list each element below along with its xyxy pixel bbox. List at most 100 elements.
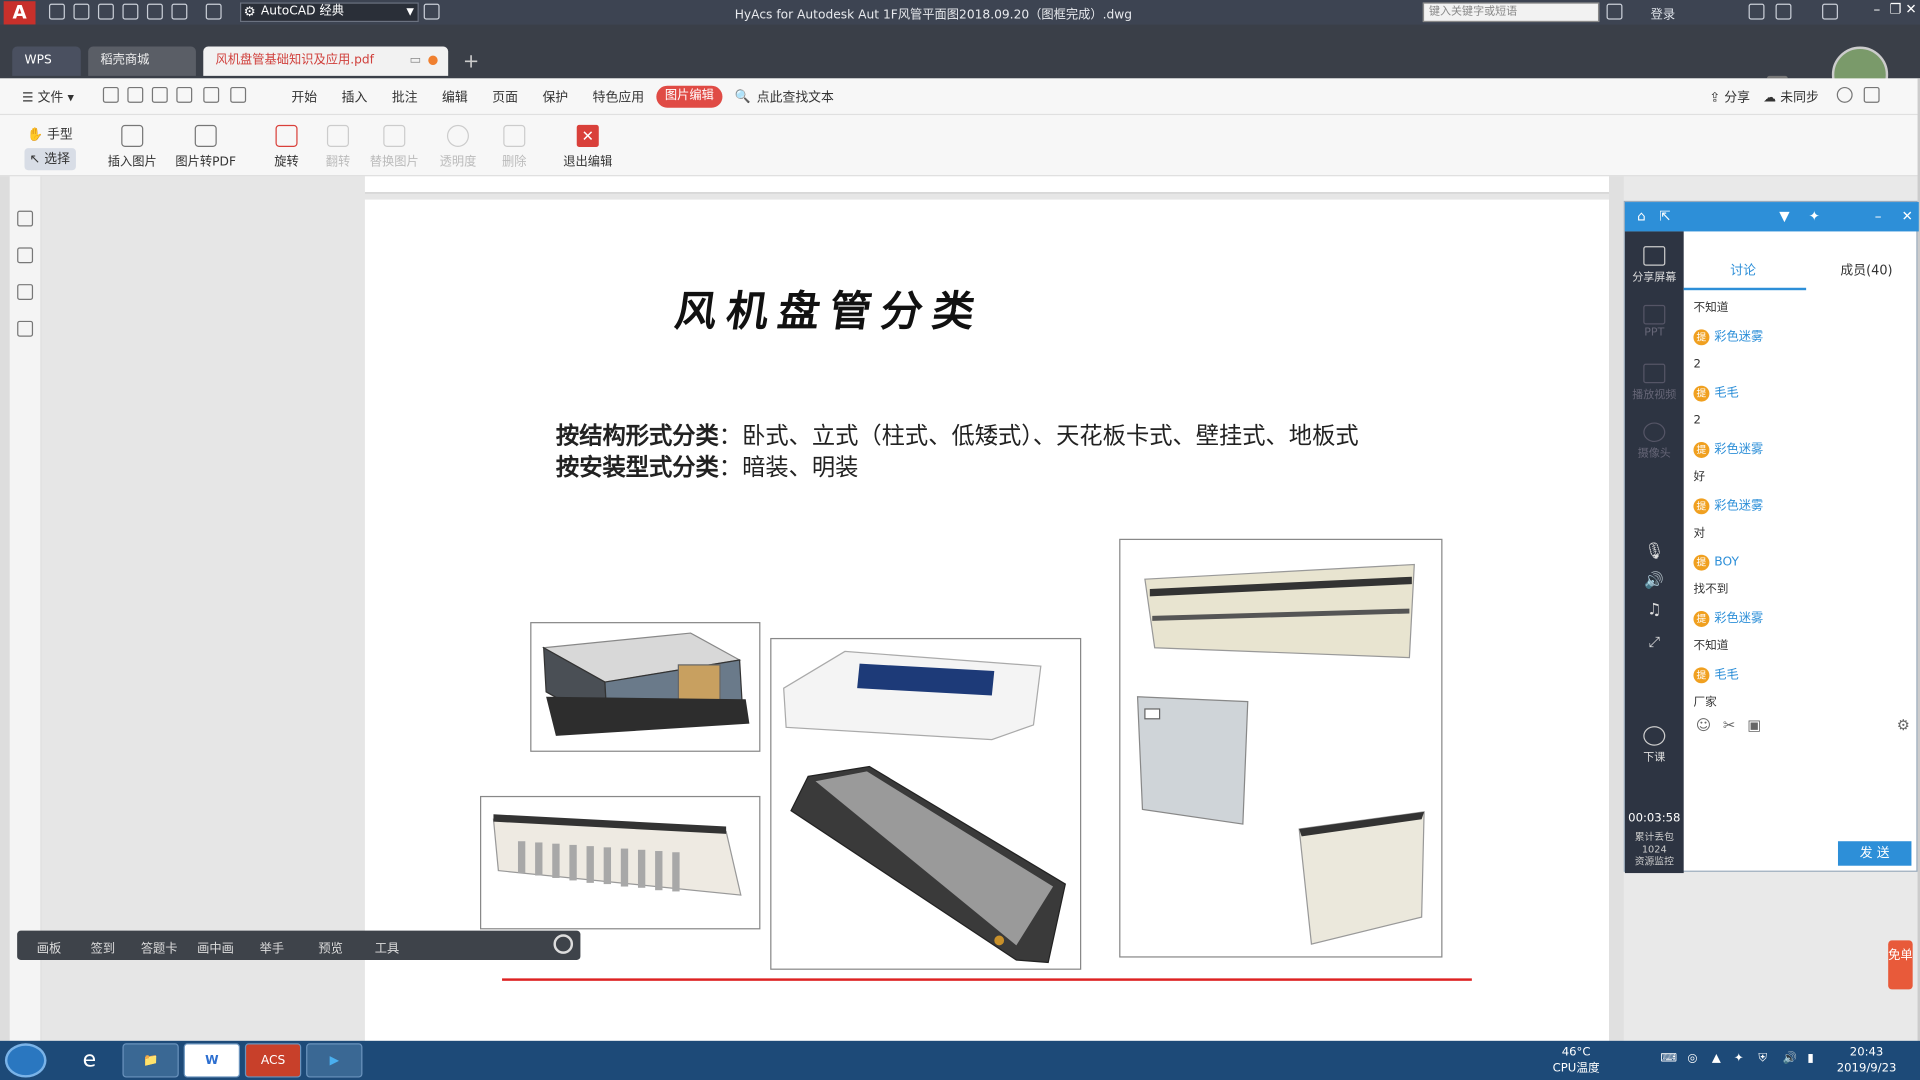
share-screen-button[interactable]: 分享屏幕	[1625, 246, 1684, 284]
undo-icon[interactable]	[171, 3, 188, 20]
message-sender[interactable]: 提彩色迷雾	[1693, 323, 1911, 351]
circle-icon[interactable]: ◎	[1687, 1051, 1697, 1067]
minimize-icon[interactable]: –	[1873, 1, 1880, 17]
open-file-icon[interactable]	[73, 3, 90, 20]
speaker-icon[interactable]: 🔊	[1625, 572, 1684, 590]
new-file-icon[interactable]	[48, 3, 65, 20]
keyword-search-input[interactable]: 键入关键字或短语	[1422, 2, 1600, 23]
redo-icon[interactable]	[203, 86, 220, 103]
search-icon[interactable]: 🔍	[735, 88, 751, 104]
clock[interactable]: 20:43 2019/9/23	[1837, 1044, 1897, 1076]
wall-column-unit-photo[interactable]	[1119, 538, 1443, 958]
insert-image-button[interactable]: 插入图片	[96, 122, 169, 169]
whiteboard-button[interactable]: 画板	[37, 938, 61, 956]
export-icon[interactable]	[230, 86, 247, 103]
image-to-pdf-button[interactable]: 图片转PDF	[169, 122, 242, 169]
undo-icon[interactable]	[176, 86, 193, 103]
wps-taskbar-button[interactable]: W	[183, 1043, 241, 1078]
print-icon[interactable]	[151, 86, 168, 103]
home-icon[interactable]: ⌂	[1637, 208, 1646, 224]
up-arrow-icon[interactable]: ▲	[1712, 1051, 1721, 1067]
sign-in-button[interactable]: 签到	[91, 938, 115, 956]
explorer-taskbar-button[interactable]: 📁	[122, 1043, 179, 1078]
replace-image-button[interactable]: 替换图片	[358, 122, 431, 169]
message-sender[interactable]: 提彩色迷雾	[1693, 605, 1911, 633]
select-tool[interactable]: ↖ 选择	[24, 148, 76, 171]
exchange-icon[interactable]	[1748, 3, 1765, 20]
exit-edit-button[interactable]: ✕ 退出编辑	[551, 122, 624, 169]
file-menu[interactable]: ☰ 文件 ▾	[22, 88, 74, 106]
menu-features[interactable]: 特色应用	[593, 88, 644, 106]
tab-wps[interactable]: WPS	[12, 46, 81, 76]
tab-members[interactable]: 成员(40)	[1840, 261, 1892, 279]
answer-card-button[interactable]: 答题卡	[141, 938, 178, 956]
workspace-select[interactable]: ⚙ AutoCAD 经典 ▼	[240, 2, 419, 23]
share-out-icon[interactable]: ⇱	[1659, 208, 1670, 224]
a360-icon[interactable]	[1775, 3, 1792, 20]
security-icon[interactable]: ✦	[1734, 1051, 1744, 1067]
open-icon[interactable]	[102, 86, 119, 103]
redo-icon[interactable]	[205, 3, 222, 20]
network-icon[interactable]: ▮	[1807, 1051, 1813, 1067]
menu-edit[interactable]: 编辑	[442, 88, 468, 106]
start-button[interactable]	[4, 1043, 47, 1078]
minimize-icon[interactable]: –	[1875, 208, 1882, 224]
message-sender[interactable]: 提毛毛	[1693, 380, 1911, 408]
menu-page[interactable]: 页面	[492, 88, 518, 106]
thumbnail-icon[interactable]	[17, 247, 34, 264]
settings-icon[interactable]	[1836, 86, 1853, 103]
acs-taskbar-button[interactable]: ACS	[244, 1043, 302, 1078]
ie-taskbar-button[interactable]: e	[61, 1043, 117, 1077]
menu-start[interactable]: 开始	[291, 88, 317, 106]
ceiling-floor-unit-photo[interactable]	[770, 637, 1082, 970]
maximize-icon[interactable]: ❐	[1889, 1, 1901, 17]
settings-icon[interactable]: ⚙	[1897, 716, 1910, 733]
message-sender[interactable]: 提 BOY	[1693, 549, 1911, 577]
menu-insert[interactable]: 插入	[342, 88, 368, 106]
sync-button[interactable]: ☁ 未同步	[1763, 88, 1819, 106]
delete-button[interactable]: 删除	[478, 122, 551, 169]
help-icon[interactable]	[1822, 3, 1838, 20]
camera-button[interactable]: 摄像头	[1625, 422, 1684, 460]
message-sender[interactable]: 提彩色迷雾	[1693, 436, 1911, 464]
login-link[interactable]: 登录	[1651, 4, 1675, 22]
new-tab-button[interactable]: +	[463, 49, 479, 72]
menu-protect[interactable]: 保护	[542, 88, 568, 106]
close-icon[interactable]: ✕	[1902, 208, 1913, 224]
ppt-button[interactable]: PPT	[1625, 304, 1684, 339]
pin-icon[interactable]: ✦	[1809, 208, 1820, 224]
chevron-down-icon[interactable]: ▼	[1779, 208, 1789, 224]
message-sender[interactable]: 提彩色迷雾	[1693, 492, 1911, 520]
find-text-button[interactable]: 点此查找文本	[757, 88, 834, 106]
tab-discussion[interactable]: 讨论	[1730, 261, 1756, 279]
tab-pdf[interactable]: 风机盘管基础知识及应用.pdf ▭ ●	[203, 46, 449, 76]
share-button[interactable]: ⇪ 分享	[1709, 88, 1750, 106]
low-cabinet-unit-photo[interactable]	[480, 795, 761, 930]
close-icon[interactable]: ✕	[1905, 1, 1916, 17]
raise-hand-button[interactable]: 举手	[260, 938, 284, 956]
play-video-button[interactable]: 播放视频	[1625, 363, 1684, 402]
mic-icon[interactable]: 🎙	[1625, 542, 1684, 560]
menu-image-edit[interactable]: 图片编辑	[656, 85, 723, 108]
scissors-icon[interactable]: ✂	[1723, 716, 1735, 733]
autocad-logo[interactable]: A	[3, 1, 36, 25]
picture-in-picture-button[interactable]: 画中画	[197, 938, 234, 956]
emoji-icon[interactable]: ☺	[1696, 716, 1711, 733]
message-sender[interactable]: 提毛毛	[1693, 661, 1911, 689]
bookmark-icon[interactable]	[17, 284, 34, 301]
free-order-badge[interactable]: 免单	[1888, 940, 1913, 990]
volume-icon[interactable]: 🔊	[1783, 1051, 1798, 1067]
comment-icon[interactable]	[17, 320, 34, 337]
preview-button[interactable]: 预览	[318, 938, 342, 956]
vertical-scrollbar[interactable]	[1608, 176, 1624, 1041]
music-icon[interactable]: ♫	[1625, 601, 1684, 619]
concealed-unit-photo[interactable]	[530, 622, 761, 752]
fullscreen-icon[interactable]: ⤢	[1625, 633, 1684, 651]
image-icon[interactable]: ▣	[1747, 716, 1761, 733]
save-as-icon[interactable]	[122, 3, 139, 20]
hand-tool[interactable]: ✋ 手型	[27, 125, 73, 143]
save-icon[interactable]	[97, 3, 114, 20]
layer-icon[interactable]	[423, 3, 440, 20]
tools-button[interactable]: 工具	[375, 938, 399, 956]
tab-mall[interactable]: 稻壳商城	[88, 46, 196, 76]
